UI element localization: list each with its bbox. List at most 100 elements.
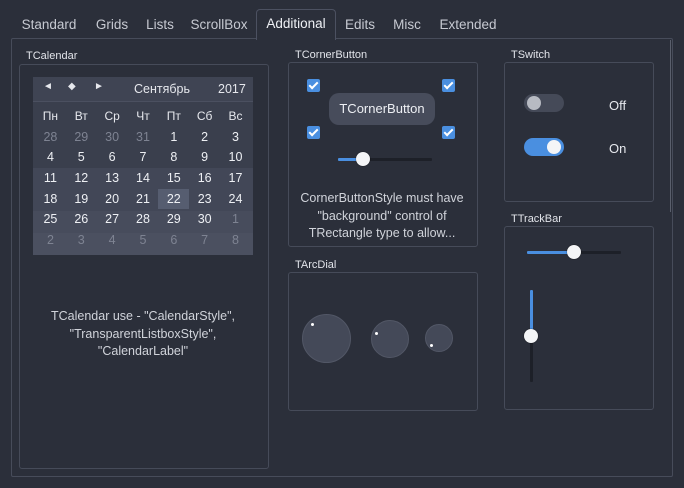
vertical-scrollbar[interactable] [670, 40, 671, 212]
cornerbutton-description: CornerButtonStyle must have "background"… [288, 190, 476, 243]
tab-standard[interactable]: Standard [14, 11, 84, 38]
caption-line: TCalendar use - "CalendarStyle", [51, 309, 235, 323]
horizontal-trackbar-thumb[interactable] [567, 245, 581, 259]
description-line: CornerButtonStyle must have [300, 191, 464, 205]
calendar-day[interactable]: 11 [35, 168, 66, 189]
caption-line: "TransparentListboxStyle", [69, 326, 217, 341]
arc-dial-indicator [430, 344, 433, 347]
weekday-label: Пт [166, 109, 181, 123]
calendar-grid: Пн Вт Ср Чт Пт Сб Вс 28 29 30 31 1 2 3 4 5 6 7 8 9 10 11 12 13 1… [35, 106, 251, 251]
calendar-day-other-month[interactable]: 7 [189, 230, 220, 251]
switch-on-label: On [609, 141, 627, 156]
calendar-divider [33, 101, 253, 102]
calendar-day[interactable]: 2 [189, 127, 220, 148]
switch-group-title: TSwitch [511, 49, 551, 61]
calendar-day[interactable]: 12 [66, 168, 97, 189]
calendar-year[interactable]: 2017 [218, 82, 246, 96]
tab-grids[interactable]: Grids [88, 11, 136, 38]
calendar[interactable]: ◄ ◆ ► Сентябрь 2017 Пн Вт Ср Чт Пт Сб Вс 28 29 30… [33, 77, 253, 255]
calendar-day-other-month[interactable]: 30 [97, 127, 128, 148]
calendar-group-title: TCalendar [26, 50, 78, 62]
calendar-row: 11 12 13 14 15 16 17 [35, 168, 251, 189]
weekday-label: Сб [196, 109, 213, 123]
calendar-row: 4 5 6 7 8 9 10 [35, 147, 251, 168]
prev-month-icon[interactable]: ◄ [43, 81, 53, 92]
corner-button[interactable]: TCornerButton [329, 93, 435, 125]
calendar-day[interactable]: 24 [220, 189, 251, 210]
arc-dial-indicator [375, 332, 378, 335]
calendar-day[interactable]: 14 [128, 168, 159, 189]
calendar-day[interactable]: 17 [220, 168, 251, 189]
calendar-row: 18 19 20 21 22 23 24 [35, 188, 251, 210]
tab-misc[interactable]: Misc [387, 11, 427, 38]
next-month-icon[interactable]: ► [94, 81, 104, 92]
calendar-day[interactable]: 4 [35, 147, 66, 168]
vertical-trackbar-thumb[interactable] [524, 329, 538, 343]
calendar-day[interactable]: 9 [189, 147, 220, 168]
calendar-day-other-month[interactable]: 4 [97, 230, 128, 251]
calendar-day-other-month[interactable]: 29 [66, 127, 97, 148]
calendar-day[interactable]: 7 [128, 147, 159, 168]
calendar-day-other-month[interactable]: 5 [128, 230, 159, 251]
weekday-label: Вт [74, 109, 88, 123]
calendar-day[interactable]: 30 [189, 209, 220, 230]
calendar-day[interactable]: 15 [158, 168, 189, 189]
calendar-day-other-month[interactable]: 28 [35, 127, 66, 148]
corner-checkbox-bottom-right[interactable] [442, 126, 455, 139]
switch-off-label: Off [609, 98, 627, 113]
today-icon[interactable]: ◆ [68, 81, 76, 92]
calendar-day-other-month[interactable]: 8 [220, 230, 251, 251]
trackbar-group-title: TTrackBar [511, 213, 562, 225]
calendar-day[interactable]: 21 [128, 189, 159, 210]
arcdial-group-title: TArcDial [295, 259, 337, 271]
switch-group [504, 62, 654, 202]
calendar-header: ◄ ◆ ► Сентябрь 2017 [33, 77, 253, 101]
arc-dial-small[interactable] [425, 324, 453, 352]
calendar-day[interactable]: 29 [158, 209, 189, 230]
arc-dial-large[interactable] [302, 314, 351, 363]
tab-additional[interactable]: Additional [256, 9, 336, 40]
corner-checkbox-top-left[interactable] [307, 79, 320, 92]
tab-scrollbox[interactable]: ScrollBox [186, 11, 252, 38]
calendar-month[interactable]: Сентябрь [134, 82, 190, 96]
calendar-row: 25 26 27 28 29 30 1 [35, 209, 251, 230]
arc-dial-indicator [311, 323, 314, 326]
calendar-day[interactable]: 22 [158, 188, 190, 210]
calendar-day-other-month[interactable]: 3 [66, 230, 97, 251]
tab-extended[interactable]: Extended [433, 11, 503, 38]
calendar-day[interactable]: 6 [97, 147, 128, 168]
tab-edits[interactable]: Edits [338, 11, 382, 38]
calendar-day[interactable]: 23 [189, 189, 220, 210]
tab-bar: Standard Grids Lists ScrollBox Additiona… [0, 0, 684, 40]
caption-line: "CalendarLabel" [97, 344, 189, 358]
weekday-label: Ср [104, 109, 120, 123]
calendar-day[interactable]: 13 [97, 168, 128, 189]
switch-knob [547, 140, 561, 154]
calendar-day[interactable]: 8 [158, 147, 189, 168]
calendar-day[interactable]: 10 [220, 147, 251, 168]
calendar-day[interactable]: 28 [128, 209, 159, 230]
calendar-row: Пн Вт Ср Чт Пт Сб Вс [35, 106, 251, 127]
calendar-day[interactable]: 20 [97, 189, 128, 210]
corner-checkbox-bottom-left[interactable] [307, 126, 320, 139]
calendar-day[interactable]: 27 [97, 209, 128, 230]
calendar-day-other-month[interactable]: 31 [128, 127, 159, 148]
calendar-day[interactable]: 5 [66, 147, 97, 168]
switch-off[interactable] [524, 94, 564, 112]
switch-on[interactable] [524, 138, 564, 156]
calendar-row: 2345678 [35, 230, 251, 251]
calendar-day[interactable]: 26 [66, 209, 97, 230]
calendar-day[interactable]: 1 [158, 127, 189, 148]
calendar-day[interactable]: 16 [189, 168, 220, 189]
calendar-day-other-month[interactable]: 6 [158, 230, 189, 251]
calendar-day[interactable]: 3 [220, 127, 251, 148]
corner-checkbox-top-right[interactable] [442, 79, 455, 92]
arc-dial-medium[interactable] [371, 320, 409, 358]
calendar-day[interactable]: 19 [66, 189, 97, 210]
calendar-day-other-month[interactable]: 1 [220, 209, 251, 230]
calendar-caption: TCalendar use - "CalendarStyle", "Transp… [19, 308, 267, 361]
calendar-day[interactable]: 25 [35, 209, 66, 230]
tab-lists[interactable]: Lists [140, 11, 180, 38]
calendar-day[interactable]: 18 [35, 189, 66, 210]
calendar-day-other-month[interactable]: 2 [35, 230, 66, 251]
